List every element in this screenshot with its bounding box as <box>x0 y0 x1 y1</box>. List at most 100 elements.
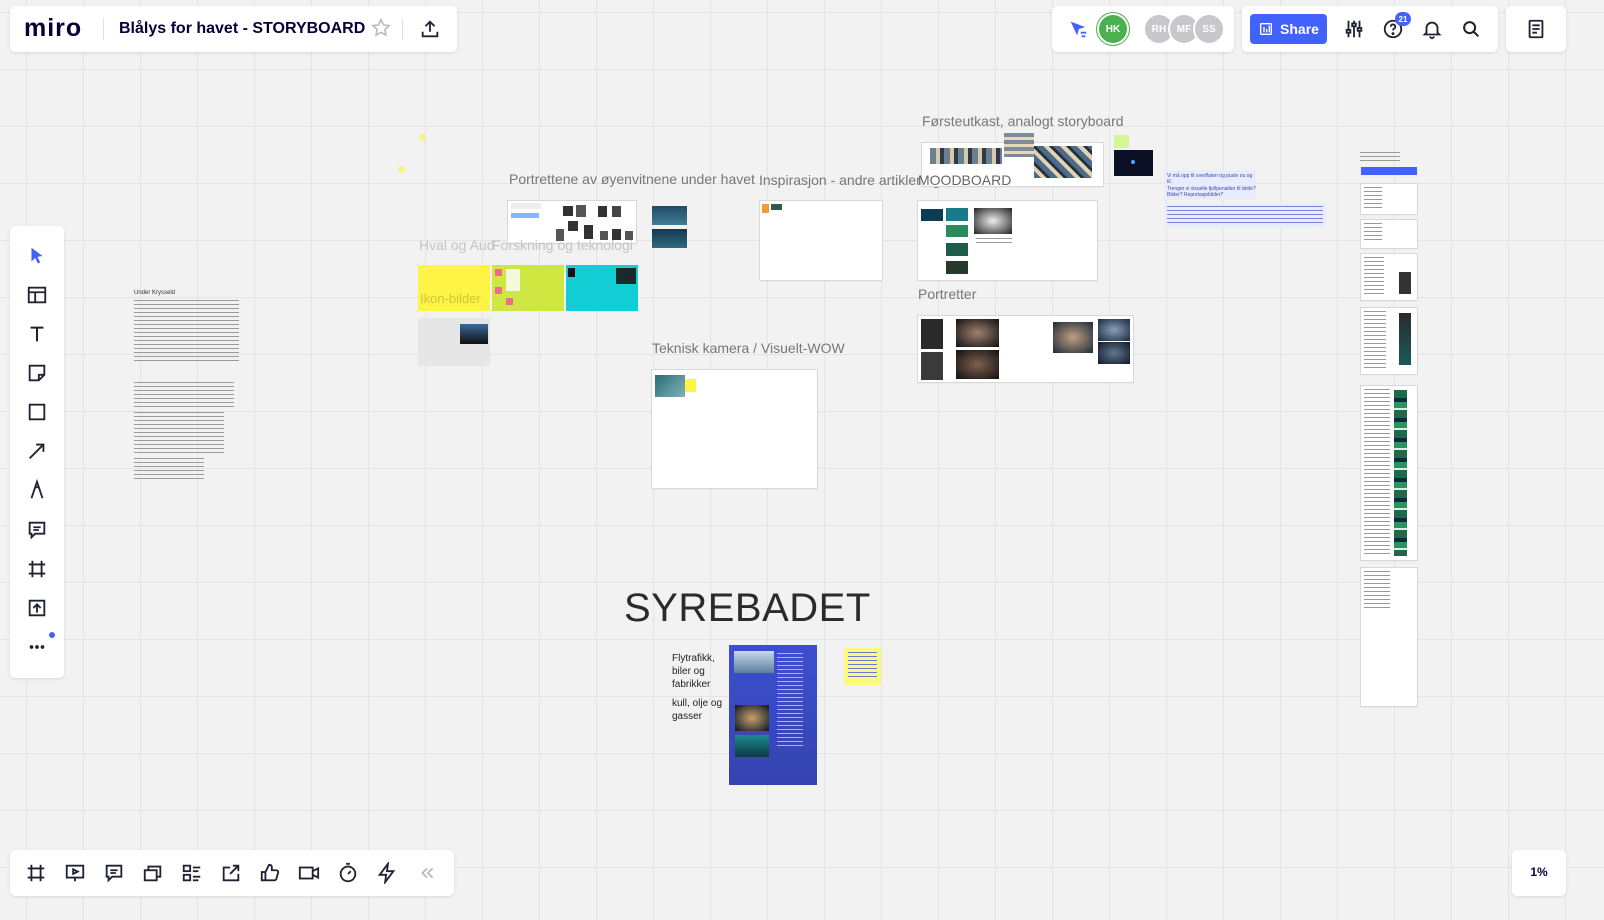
avatar-mf[interactable]: MF <box>1170 15 1198 43</box>
arrow-icon[interactable] <box>21 435 53 467</box>
timer-icon[interactable] <box>332 857 364 889</box>
syrebadet-title[interactable]: SYREBADET <box>624 586 871 631</box>
frame-teknisk[interactable] <box>652 370 817 488</box>
sticky-cyan[interactable] <box>566 265 638 311</box>
orange-tag <box>762 204 769 213</box>
text-icon[interactable] <box>21 318 53 350</box>
blue-dot <box>1131 160 1135 164</box>
board-title[interactable]: Blålys for havet - STORYBOARD <box>119 20 365 38</box>
notifications-bell-icon[interactable] <box>1416 13 1448 45</box>
cards-icon[interactable] <box>137 857 169 889</box>
board-notes-icon[interactable] <box>1520 13 1552 45</box>
syrebadet-note-fuel[interactable]: kull, olje og gasser <box>672 697 728 723</box>
portrait-thumb <box>576 205 586 217</box>
select-icon[interactable] <box>21 240 53 272</box>
star-icon[interactable] <box>366 13 396 43</box>
avatar-rh[interactable]: RH <box>1145 15 1173 43</box>
side-note-block[interactable] <box>1164 203 1326 227</box>
voting-icon[interactable] <box>254 857 286 889</box>
portrait-photo <box>921 319 943 349</box>
portrait-photo <box>1098 319 1130 341</box>
zoom-level[interactable]: 1% <box>1512 865 1566 879</box>
presentation-icon[interactable] <box>59 857 91 889</box>
miro-logo[interactable]: miro <box>24 14 82 43</box>
side-note-question[interactable]: Vi må opp til overflaten og puste ou og … <box>1164 170 1256 200</box>
syrebadet-poster[interactable] <box>729 645 817 785</box>
avatar-hk[interactable]: HK <box>1099 15 1127 43</box>
mood-image <box>946 243 968 256</box>
page-lines <box>1364 187 1382 211</box>
thumb <box>568 268 575 277</box>
page-lines <box>1364 257 1384 295</box>
thumb <box>771 204 782 210</box>
ocean-image[interactable] <box>652 206 687 225</box>
page-image <box>1399 272 1411 294</box>
doc-page[interactable] <box>1361 220 1417 248</box>
comments-icon[interactable] <box>98 857 130 889</box>
frame-icon[interactable] <box>21 553 53 585</box>
templates-icon[interactable] <box>21 279 53 311</box>
sticky-note-icon[interactable] <box>21 357 53 389</box>
ocean-image[interactable] <box>652 229 687 248</box>
doc-page[interactable] <box>1361 386 1417 560</box>
avatar-ss[interactable]: SS <box>1195 15 1223 43</box>
video-icon[interactable] <box>293 857 325 889</box>
upload-icon[interactable] <box>21 592 53 624</box>
mood-image <box>921 209 943 221</box>
frame-moodboard[interactable] <box>918 201 1097 280</box>
mood-image <box>946 261 968 274</box>
search-icon[interactable] <box>1455 13 1487 45</box>
settings-sliders-icon[interactable] <box>1338 13 1370 45</box>
portrait-photo <box>921 352 943 380</box>
comment-icon[interactable] <box>21 514 53 546</box>
export-icon[interactable] <box>414 13 446 45</box>
collapse-icon[interactable] <box>411 857 443 889</box>
pen-icon[interactable] <box>21 474 53 506</box>
portrait-photo <box>1053 322 1093 353</box>
frame-label-teknisk: Teknisk kamera / Visuelt-WOW <box>652 340 845 356</box>
frame-label-forsteutkast: Førsteutkast, analogt storyboard <box>922 113 1124 129</box>
shape-icon[interactable] <box>21 396 53 428</box>
share-screen-icon[interactable] <box>215 857 247 889</box>
mini-sticky <box>495 269 502 276</box>
doc-page[interactable] <box>1361 254 1417 300</box>
sticky-lime[interactable] <box>492 265 564 311</box>
frame-content <box>511 203 541 209</box>
poster-image <box>734 651 774 673</box>
sticky-label-ikon: Ikon-bilder <box>420 291 481 306</box>
doc-page[interactable] <box>1361 568 1417 706</box>
sticky-yellow[interactable]: Ikon-bilder <box>418 265 490 311</box>
mini-sticky <box>685 379 696 392</box>
canvas-dot <box>419 134 426 141</box>
actions-panel: Share 21 <box>1242 6 1498 52</box>
frame-inspirasjon[interactable] <box>760 201 882 280</box>
share-button[interactable]: Share <box>1250 14 1327 44</box>
document-title: Under Krysseld <box>134 290 176 296</box>
thumb <box>616 268 636 284</box>
dark-image[interactable] <box>1114 150 1153 176</box>
portrait-photo <box>956 350 999 379</box>
mini-sticky <box>506 298 513 305</box>
poster-image <box>735 735 769 757</box>
frame-portretter[interactable] <box>918 316 1133 382</box>
doc-page[interactable] <box>1361 308 1417 374</box>
doc-header-bar[interactable] <box>1361 167 1417 175</box>
frame-label-hval: Hval og Aud <box>419 237 495 253</box>
mood-image <box>946 208 968 221</box>
document-under-krysseld[interactable]: Under Krysseld <box>134 290 244 480</box>
doc-page[interactable] <box>1361 184 1417 214</box>
sticky-gray[interactable] <box>418 318 490 366</box>
small-sticky-note[interactable] <box>1114 135 1129 148</box>
lightning-icon[interactable] <box>371 857 403 889</box>
frames-icon[interactable] <box>20 857 52 889</box>
document-lines <box>134 458 204 480</box>
syrebadet-sticky[interactable] <box>844 648 881 685</box>
poster-image <box>735 705 769 731</box>
mood-caption <box>976 238 1012 246</box>
board-lock-icon <box>1260 23 1273 35</box>
side-note-lines <box>1167 206 1323 224</box>
syrebadet-note-traffic[interactable]: Flytrafikk, biler og fabrikker <box>672 652 728 691</box>
cursor-filter-icon[interactable] <box>1062 13 1094 45</box>
canvas-dot <box>398 166 405 173</box>
kanban-icon[interactable] <box>176 857 208 889</box>
